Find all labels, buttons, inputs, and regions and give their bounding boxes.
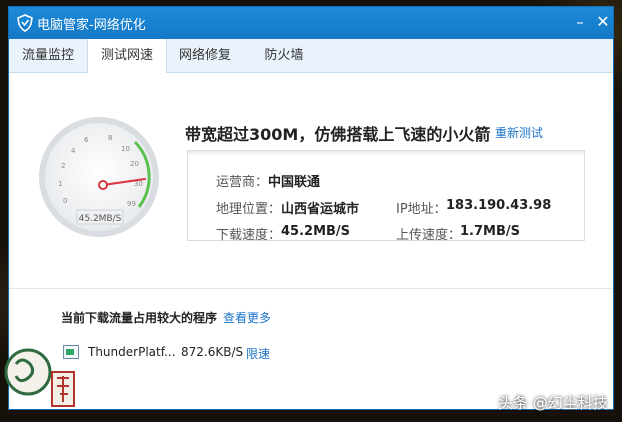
download-label: 下载速度： (216, 228, 282, 243)
window-title: 电脑管家-网络优化 (37, 18, 146, 33)
gauge-tick: 8 (108, 134, 112, 142)
gauge-pivot (98, 180, 108, 190)
gauge-tick: 10 (121, 145, 130, 153)
location-value: 山西省运城市 (281, 202, 360, 217)
program-name: ThunderPlatf... (88, 345, 176, 359)
gauge-tick: 20 (130, 160, 139, 168)
tab-traffic-monitor[interactable]: 流量监控 (9, 39, 87, 72)
panel-top-shade (188, 151, 584, 156)
watermark-text: 头条 @幻尘科技 (498, 394, 608, 412)
ip-value: 183.190.43.98 (446, 198, 552, 213)
upload-value: 1.7MB/S (460, 224, 520, 239)
seal-stamp (4, 348, 75, 407)
top-programs-title: 当前下载流量占用较大的程序 (61, 311, 218, 325)
title-bar: 电脑管家-网络优化 – ✕ (9, 7, 613, 39)
isp-value: 中国联通 (268, 175, 321, 190)
section-divider (9, 288, 613, 289)
location-label: 地理位置： (216, 202, 282, 217)
gauge-tick: 99 (127, 200, 136, 208)
app-window: 电脑管家-网络优化 – ✕ 流量监控 测试网速 网络修复 防火墙 0 1 2 4… (8, 6, 614, 410)
download-value: 45.2MB/S (281, 224, 351, 239)
tab-bar: 流量监控 测试网速 网络修复 防火墙 (9, 39, 613, 73)
gauge-tick: 4 (71, 147, 76, 155)
close-icon[interactable]: ✕ (594, 13, 612, 31)
gauge-tick: 6 (84, 136, 89, 144)
tab-speed-test[interactable]: 测试网速 (87, 39, 167, 73)
result-headline: 带宽超过300M，仿佛搭载上飞速的小火箭 (185, 125, 491, 144)
ip-label: IP地址： (396, 202, 447, 217)
gauge-tick: 1 (58, 180, 62, 188)
program-speed: 872.6KB/S (181, 345, 244, 359)
rate-limit-link[interactable]: 限速 (246, 345, 270, 362)
upload-label: 上传速度： (396, 228, 462, 243)
retest-link[interactable]: 重新测试 (495, 124, 543, 141)
speed-gauge: 0 1 2 4 6 8 10 20 30 99 45.2MB/S (39, 117, 159, 237)
gauge-tick: 2 (61, 162, 65, 170)
tab-network-repair[interactable]: 网络修复 (166, 39, 244, 72)
tab-firewall[interactable]: 防火墙 (245, 39, 323, 72)
minimize-icon[interactable]: – (571, 13, 589, 31)
gauge-tick: 0 (63, 197, 67, 205)
gauge-readout: 45.2MB/S (79, 214, 122, 224)
view-more-link[interactable]: 查看更多 (223, 309, 271, 326)
network-info-panel: 运营商： 中国联通 地理位置： 山西省运城市 IP地址： 183.190.43.… (187, 150, 585, 243)
shield-icon (17, 14, 33, 32)
isp-label: 运营商： (216, 175, 269, 190)
